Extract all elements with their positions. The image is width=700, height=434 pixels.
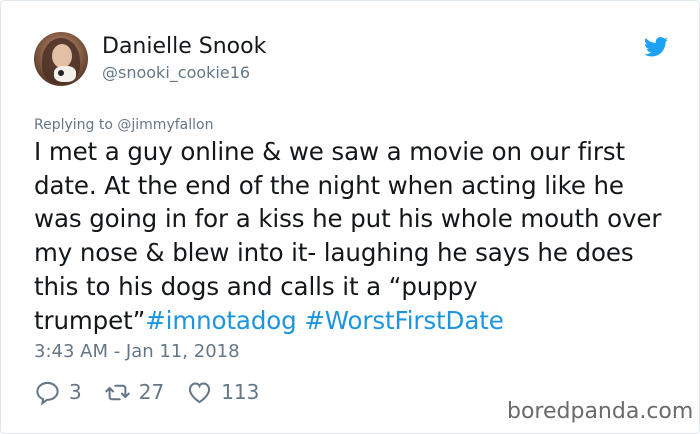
tweet-text-tail: trumpet” xyxy=(34,305,146,335)
retweet-icon xyxy=(104,384,130,400)
hashtag-link[interactable]: #WorstFirstDate xyxy=(304,306,503,335)
tweet-timestamp[interactable]: 3:43 AM - Jan 11, 2018 xyxy=(34,341,240,362)
tweet-line: I met a guy online & we saw a movie on o… xyxy=(34,137,626,166)
tweet-text: I met a guy online & we saw a movie on o… xyxy=(34,135,674,337)
heart-icon xyxy=(189,381,211,403)
tweet-line: was going in for a kiss he put his whole… xyxy=(34,204,662,234)
user-display-name[interactable]: Danielle Snook xyxy=(102,34,266,59)
replying-to: Replying to @jimmyfallon xyxy=(34,117,213,133)
reply-icon xyxy=(36,381,59,405)
watermark: boredpanda.com xyxy=(507,399,694,424)
reply-button[interactable]: 3 xyxy=(34,379,82,406)
twitter-bird-icon[interactable] xyxy=(644,37,668,57)
avatar[interactable] xyxy=(34,32,88,86)
retweet-button[interactable]: 27 xyxy=(104,379,164,406)
user-handle[interactable]: @snooki_cookie16 xyxy=(102,63,250,82)
like-count: 113 xyxy=(221,380,260,404)
replying-prefix: Replying to xyxy=(34,117,118,133)
tweet-card: Danielle Snook @snooki_cookie16 Replying… xyxy=(0,0,700,434)
like-button[interactable]: 113 xyxy=(186,379,259,406)
hashtag-link[interactable]: #imnotadog xyxy=(145,306,297,335)
tweet-line-last: trumpet”#imnotadog #WorstFirstDate xyxy=(34,304,674,338)
tweet-line: date. At the end of the night when actin… xyxy=(34,170,624,200)
reply-count: 3 xyxy=(69,380,82,404)
reply-mention-link[interactable]: @jimmyfallon xyxy=(117,117,213,133)
avatar-face xyxy=(52,44,72,68)
tweet-actions: 3 27 113 xyxy=(34,377,281,407)
tweet-line: my nose & blew into it- laughing he says… xyxy=(34,238,634,268)
avatar-dog-nose xyxy=(58,70,64,76)
tweet-line: this to his dogs and calls it a “puppy xyxy=(34,271,478,301)
retweet-count: 27 xyxy=(138,380,165,404)
